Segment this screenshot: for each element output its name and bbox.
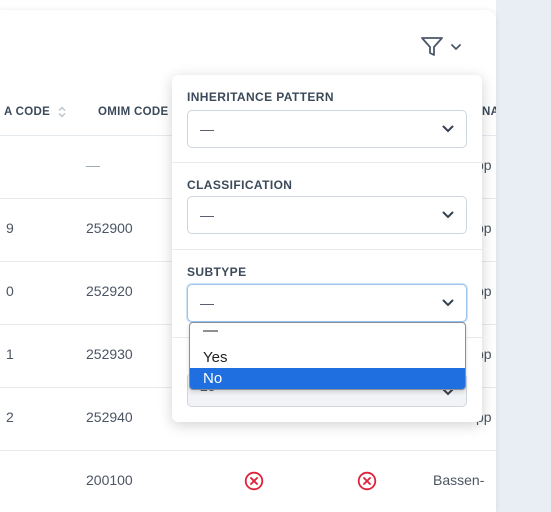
filter-menu-button[interactable]	[420, 32, 476, 62]
subtype-label: SUBTYPE	[187, 265, 247, 279]
filter-section-inheritance: INHERITANCE PATTERN —	[172, 75, 482, 162]
no-status-icon	[357, 471, 377, 491]
chevron-down-icon	[442, 125, 454, 133]
name-cell: Bassen-	[433, 472, 485, 488]
inheritance-pattern-label: INHERITANCE PATTERN	[187, 90, 334, 104]
subtype-option-yes[interactable]: Yes	[190, 347, 465, 368]
column-header-name[interactable]: NA	[482, 106, 496, 118]
omim-cell: 252930	[86, 346, 133, 362]
page-background	[496, 0, 551, 512]
sort-icon[interactable]	[58, 106, 66, 118]
column-header-code[interactable]: A CODE	[4, 106, 66, 118]
classification-label: CLASSIFICATION	[187, 178, 293, 192]
chevron-down-icon	[442, 299, 454, 307]
chevron-down-icon	[442, 211, 454, 219]
code-cell: 0	[6, 283, 14, 299]
chevron-down-icon	[451, 44, 461, 51]
no-status-icon	[244, 471, 264, 491]
inheritance-pattern-select[interactable]: —	[187, 110, 467, 148]
subtype-options-list: — Yes No	[189, 322, 466, 390]
omim-cell: 252900	[86, 220, 133, 236]
subtype-option-no[interactable]: No	[190, 368, 465, 389]
omim-cell: 252920	[86, 283, 133, 299]
filter-icon	[421, 37, 443, 56]
classification-select[interactable]: —	[187, 196, 467, 234]
omim-cell: 200100	[86, 472, 133, 488]
subtype-option-none[interactable]: —	[190, 323, 465, 347]
table-row[interactable]: 200100 Bassen-	[0, 451, 496, 512]
subtype-select[interactable]: —	[187, 284, 467, 322]
column-header-omim-code[interactable]: OMIM CODE	[98, 106, 168, 118]
omim-cell: 252940	[86, 409, 133, 425]
filter-section-classification: CLASSIFICATION —	[172, 162, 482, 249]
code-cell: 9	[6, 220, 14, 236]
code-cell: 2	[6, 409, 14, 425]
omim-cell: —	[86, 157, 100, 173]
code-cell: 1	[6, 346, 14, 362]
